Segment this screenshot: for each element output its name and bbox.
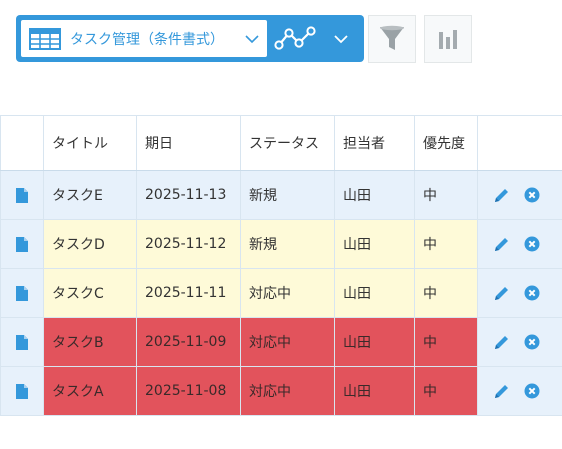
- edit-icon[interactable]: [493, 285, 510, 302]
- detail-cell: [0, 366, 44, 416]
- row-actions: [479, 187, 562, 204]
- view-toolbar: タスク管理（条件書式）: [16, 15, 364, 62]
- cell-status: 新規: [240, 170, 335, 220]
- action-cell: [477, 317, 562, 367]
- cell-assignee: 山田: [334, 366, 415, 416]
- edit-icon[interactable]: [493, 236, 510, 253]
- cell-status: 新規: [240, 219, 335, 269]
- row-actions: [479, 285, 562, 302]
- table-row: タスクC 2025-11-11 対応中 山田中: [0, 268, 562, 318]
- edit-icon[interactable]: [493, 334, 510, 351]
- action-cell: [477, 219, 562, 269]
- detail-cell: [0, 170, 44, 220]
- cell-status: 対応中: [240, 317, 335, 367]
- view-switcher: タスク管理（条件書式）: [16, 15, 364, 62]
- view-select-dropdown[interactable]: タスク管理（条件書式）: [21, 20, 267, 57]
- cell-title: タスクE: [43, 170, 137, 220]
- cell-priority: 中: [414, 219, 478, 269]
- delete-icon[interactable]: [524, 285, 540, 301]
- filter-button[interactable]: [368, 15, 416, 63]
- chart-button[interactable]: [424, 15, 472, 63]
- delete-icon[interactable]: [524, 236, 540, 252]
- cell-priority: 中: [414, 268, 478, 318]
- chevron-down-icon: [334, 34, 348, 43]
- table-row: タスクA 2025-11-08 対応中 山田中: [0, 366, 562, 416]
- header-actions: [477, 115, 562, 171]
- table-row: タスクD 2025-11-12 新規 山田中: [0, 219, 562, 269]
- cell-title: タスクA: [43, 366, 137, 416]
- header-status[interactable]: ステータス: [240, 115, 335, 171]
- record-detail-icon[interactable]: [16, 383, 28, 399]
- detail-cell: [0, 268, 44, 318]
- chevron-down-icon: [245, 34, 259, 43]
- cell-title: タスクD: [43, 219, 137, 269]
- delete-icon[interactable]: [524, 187, 540, 203]
- action-cell: [477, 170, 562, 220]
- cell-due: 2025-11-13: [136, 170, 241, 220]
- cell-status: 対応中: [240, 366, 335, 416]
- cell-priority: 中: [414, 170, 478, 220]
- row-actions: [479, 383, 562, 400]
- header-detail: [0, 115, 44, 171]
- table-view-icon: [29, 27, 61, 50]
- cell-assignee: 山田: [334, 219, 415, 269]
- cell-due: 2025-11-09: [136, 317, 241, 367]
- cell-assignee: 山田: [334, 170, 415, 220]
- table-row: タスクB 2025-11-09 対応中 山田中: [0, 317, 562, 367]
- record-detail-icon[interactable]: [16, 285, 28, 301]
- action-cell: [477, 366, 562, 416]
- bar-chart-icon: [439, 30, 457, 49]
- table-header-row: タイトル 期日 ステータス 担当者 優先度: [0, 115, 562, 171]
- row-actions: [479, 334, 562, 351]
- cell-title: タスクC: [43, 268, 137, 318]
- cell-title: タスクB: [43, 317, 137, 367]
- cell-due: 2025-11-11: [136, 268, 241, 318]
- filter-icon: [380, 25, 404, 50]
- edit-icon[interactable]: [493, 383, 510, 400]
- detail-cell: [0, 219, 44, 269]
- cell-due: 2025-11-12: [136, 219, 241, 269]
- view-select-label: タスク管理（条件書式）: [70, 31, 224, 48]
- record-detail-icon[interactable]: [16, 187, 28, 203]
- delete-icon[interactable]: [524, 334, 540, 350]
- table-row: タスクE 2025-11-13 新規 山田中: [0, 170, 562, 220]
- cell-assignee: 山田: [334, 268, 415, 318]
- record-detail-icon[interactable]: [16, 236, 28, 252]
- row-actions: [479, 236, 562, 253]
- edit-icon[interactable]: [493, 187, 510, 204]
- graph-view-button[interactable]: [267, 20, 359, 57]
- detail-cell: [0, 317, 44, 367]
- graph-icon: [274, 25, 316, 50]
- cell-due: 2025-11-08: [136, 366, 241, 416]
- action-cell: [477, 268, 562, 318]
- records-table: タイトル 期日 ステータス 担当者 優先度 タスクE 2025-11-13 新規 山田…: [0, 115, 562, 416]
- header-title[interactable]: タイトル: [43, 115, 137, 171]
- delete-icon[interactable]: [524, 383, 540, 399]
- record-detail-icon[interactable]: [16, 334, 28, 350]
- header-priority[interactable]: 優先度: [414, 115, 478, 171]
- header-due[interactable]: 期日: [136, 115, 241, 171]
- cell-assignee: 山田: [334, 317, 415, 367]
- cell-priority: 中: [414, 317, 478, 367]
- cell-status: 対応中: [240, 268, 335, 318]
- header-assignee[interactable]: 担当者: [334, 115, 415, 171]
- cell-priority: 中: [414, 366, 478, 416]
